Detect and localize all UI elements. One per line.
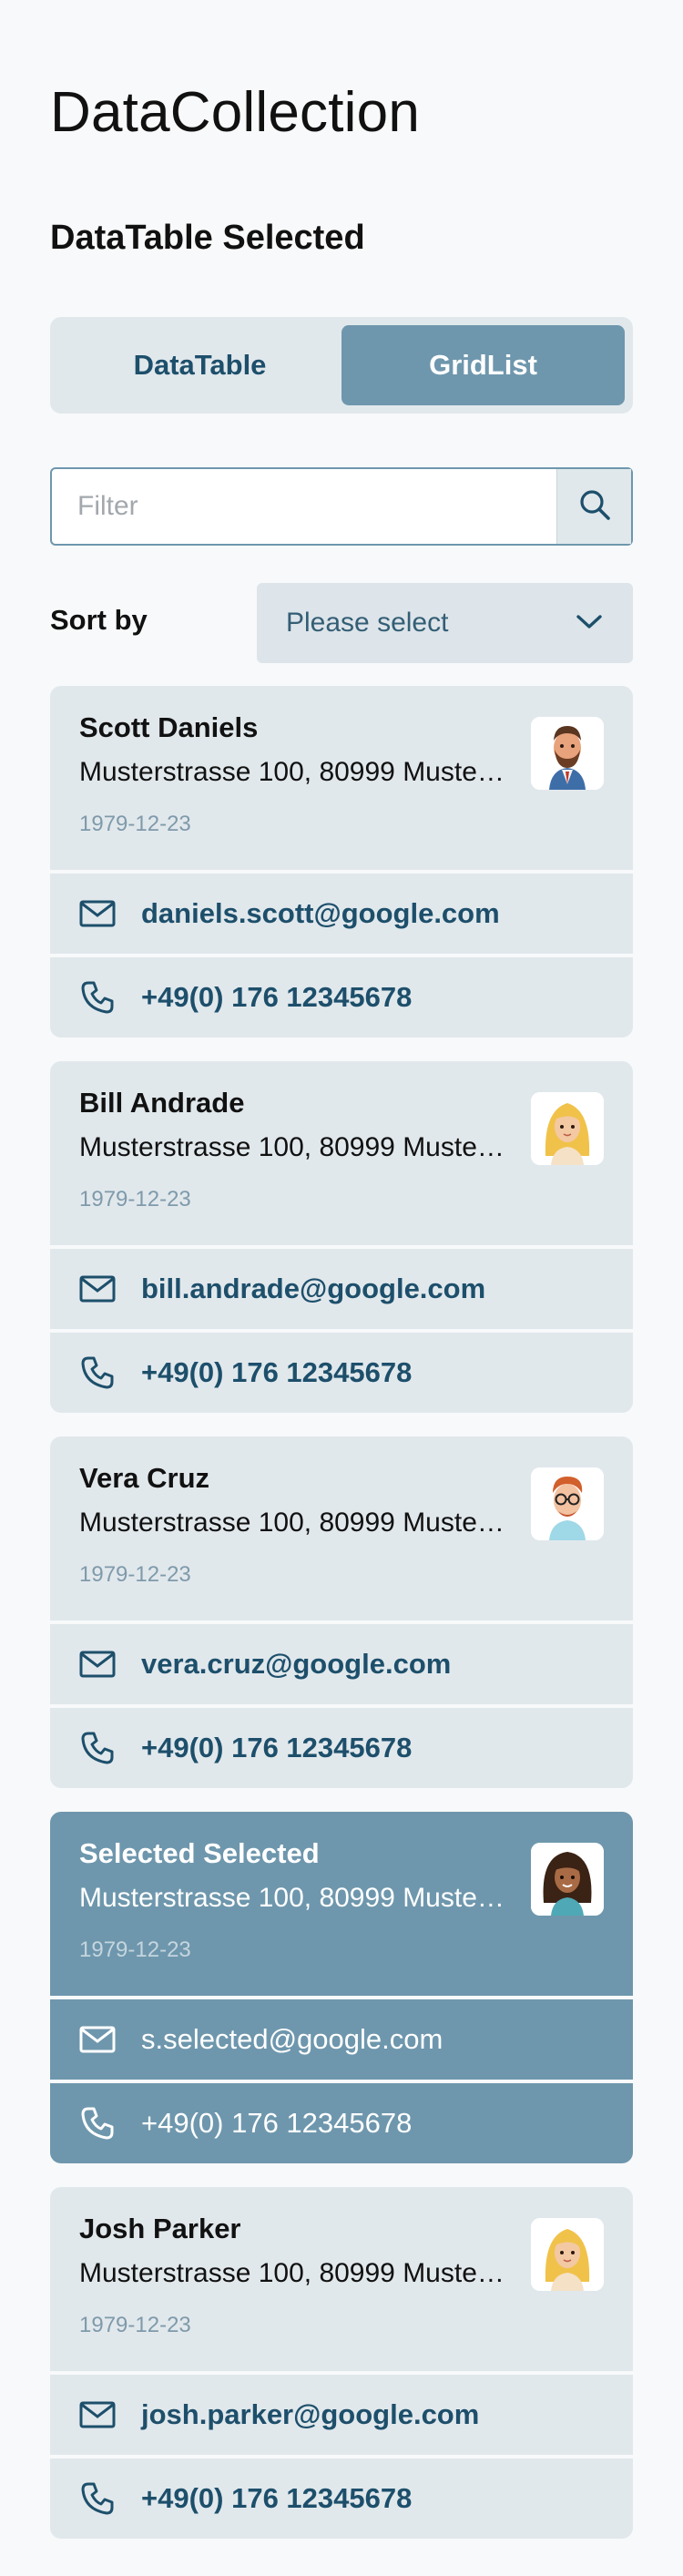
contact-dob: 1979-12-23 bbox=[79, 1187, 191, 1211]
contact-phone: +49(0) 176 12345678 bbox=[141, 1732, 413, 1763]
contact-email: josh.parker@google.com bbox=[141, 2398, 480, 2430]
avatar-blonde-woman-icon bbox=[531, 1092, 604, 1165]
section-title: DataTable Selected bbox=[50, 219, 365, 257]
contact-email: s.selected@google.com bbox=[141, 2023, 443, 2055]
view-toggle-datatable[interactable]: DataTable bbox=[58, 325, 342, 405]
view-toggle: DataTable GridList bbox=[50, 317, 633, 414]
contact-dob: 1979-12-23 bbox=[79, 2313, 191, 2337]
phone-icon bbox=[79, 2480, 116, 2517]
avatar bbox=[531, 1467, 604, 1540]
avatar-blonde-woman-icon bbox=[531, 2218, 604, 2291]
contact-card-selected[interactable]: Selected Selected Musterstrasse 100, 809… bbox=[50, 1812, 633, 2163]
contact-phone-row[interactable]: +49(0) 176 12345678 bbox=[50, 957, 633, 1038]
contact-card-header: Selected Selected Musterstrasse 100, 809… bbox=[50, 1812, 633, 1996]
chevron-down-icon bbox=[575, 612, 604, 635]
mail-icon bbox=[79, 2397, 116, 2433]
avatar bbox=[531, 1843, 604, 1916]
contact-address: Musterstrasse 100, 80999 Muster... bbox=[79, 2258, 507, 2288]
contact-email: vera.cruz@google.com bbox=[141, 1648, 452, 1680]
contact-phone: +49(0) 176 12345678 bbox=[141, 1356, 413, 1388]
mail-icon bbox=[79, 895, 116, 932]
contact-name: Scott Daniels bbox=[79, 711, 259, 743]
contact-card-header: Vera Cruz Musterstrasse 100, 80999 Muste… bbox=[50, 1436, 633, 1620]
phone-icon bbox=[79, 1354, 116, 1391]
contact-phone: +49(0) 176 12345678 bbox=[141, 2482, 413, 2514]
contact-card[interactable]: Scott Daniels Musterstrasse 100, 80999 M… bbox=[50, 686, 633, 1038]
mail-icon bbox=[79, 1646, 116, 1682]
contact-card-header: Bill Andrade Musterstrasse 100, 80999 Mu… bbox=[50, 1061, 633, 1245]
contact-card[interactable]: Bill Andrade Musterstrasse 100, 80999 Mu… bbox=[50, 1061, 633, 1413]
view-toggle-gridlist[interactable]: GridList bbox=[342, 325, 625, 405]
contact-card-header: Scott Daniels Musterstrasse 100, 80999 M… bbox=[50, 686, 633, 870]
contact-dob: 1979-12-23 bbox=[79, 1562, 191, 1587]
contact-phone: +49(0) 176 12345678 bbox=[141, 981, 413, 1013]
contact-dob: 1979-12-23 bbox=[79, 812, 191, 836]
filter-input[interactable] bbox=[52, 469, 556, 544]
contact-address: Musterstrasse 100, 80999 Muster... bbox=[79, 757, 507, 787]
contact-dob: 1979-12-23 bbox=[79, 1937, 191, 1962]
contact-card-header: Josh Parker Musterstrasse 100, 80999 Mus… bbox=[50, 2187, 633, 2371]
contact-phone-row[interactable]: +49(0) 176 12345678 bbox=[50, 1708, 633, 1788]
phone-icon bbox=[79, 979, 116, 1016]
contact-card[interactable]: Vera Cruz Musterstrasse 100, 80999 Muste… bbox=[50, 1436, 633, 1788]
contact-phone: +49(0) 176 12345678 bbox=[141, 2107, 413, 2139]
avatar bbox=[531, 717, 604, 790]
avatar-curly-hair-woman-icon bbox=[531, 1843, 604, 1916]
contact-name: Josh Parker bbox=[79, 2213, 241, 2244]
contact-name: Bill Andrade bbox=[79, 1087, 245, 1119]
contact-card[interactable]: Josh Parker Musterstrasse 100, 80999 Mus… bbox=[50, 2187, 633, 2539]
contact-email-row[interactable]: vera.cruz@google.com bbox=[50, 1624, 633, 1704]
contact-phone-row[interactable]: +49(0) 176 12345678 bbox=[50, 2083, 633, 2163]
mail-icon bbox=[79, 2021, 116, 2058]
contact-phone-row[interactable]: +49(0) 176 12345678 bbox=[50, 2458, 633, 2539]
contact-email-row[interactable]: josh.parker@google.com bbox=[50, 2375, 633, 2455]
phone-icon bbox=[79, 2105, 116, 2142]
mail-icon bbox=[79, 1271, 116, 1307]
search-icon bbox=[576, 486, 613, 527]
contact-email: daniels.scott@google.com bbox=[141, 897, 500, 929]
avatar bbox=[531, 1092, 604, 1165]
contact-email: bill.andrade@google.com bbox=[141, 1273, 486, 1304]
filter-box bbox=[50, 467, 633, 546]
contact-address: Musterstrasse 100, 80999 Muster... bbox=[79, 1508, 507, 1538]
contact-email-row[interactable]: daniels.scott@google.com bbox=[50, 874, 633, 954]
contact-address: Musterstrasse 100, 80999 Muster... bbox=[79, 1883, 507, 1913]
contact-email-row[interactable]: bill.andrade@google.com bbox=[50, 1249, 633, 1329]
contact-phone-row[interactable]: +49(0) 176 12345678 bbox=[50, 1333, 633, 1413]
search-button[interactable] bbox=[556, 469, 631, 544]
page: DataCollection DataTable Selected DataTa… bbox=[0, 0, 683, 2576]
sort-select[interactable]: Please select bbox=[257, 583, 633, 663]
contact-address: Musterstrasse 100, 80999 Muster... bbox=[79, 1132, 507, 1162]
contact-name: Vera Cruz bbox=[79, 1462, 210, 1494]
avatar-redhead-glasses-man-icon bbox=[531, 1467, 604, 1540]
avatar bbox=[531, 2218, 604, 2291]
avatar-bearded-man-icon bbox=[531, 717, 604, 790]
phone-icon bbox=[79, 1730, 116, 1766]
sort-select-value: Please select bbox=[286, 608, 449, 638]
contact-name: Selected Selected bbox=[79, 1837, 320, 1869]
contact-email-row[interactable]: s.selected@google.com bbox=[50, 1999, 633, 2080]
app-title: DataCollection bbox=[50, 81, 421, 144]
sort-label: Sort by bbox=[50, 604, 148, 636]
